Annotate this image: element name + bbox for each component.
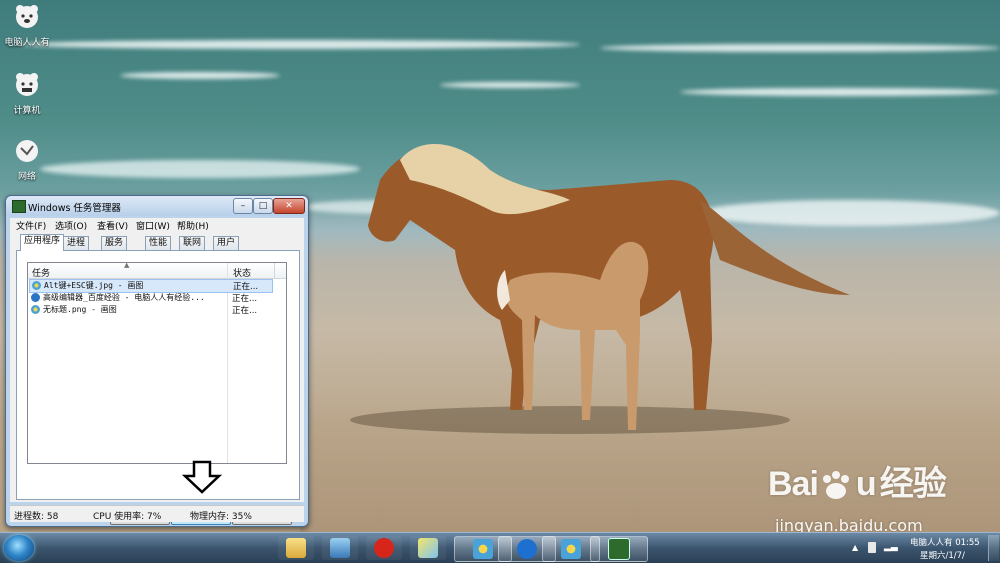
menu-file[interactable]: 文件(F) <box>16 219 46 232</box>
menu-bar: 文件(F) 选项(O) 查看(V) 窗口(W) 帮助(H) <box>10 218 304 232</box>
task-manager-icon <box>12 200 26 213</box>
arrow-down-icon <box>182 460 222 494</box>
task-manager-body: 应用程序 进程 服务 性能 联网 用户 任务 ▲ 状态 Alt键+ESC键.jp… <box>10 232 304 525</box>
tab-performance[interactable]: 性能 <box>145 236 172 250</box>
task-row[interactable]: Alt键+ESC键.jpg - 画图 正在... <box>29 279 273 293</box>
tab-applications[interactable]: 应用程序 <box>20 234 65 251</box>
signal-icon[interactable]: ▂▃ <box>884 542 898 552</box>
process-count: 进程数: 58 <box>14 512 59 522</box>
window-title: Windows 任务管理器 <box>28 203 121 214</box>
task-name: 无标题.png - 画图 <box>43 305 117 314</box>
taskbar-media[interactable] <box>322 536 358 560</box>
task-row[interactable]: 高级编辑器_百度经验 - 电脑人人有经验... 正在... <box>29 292 285 304</box>
task-row[interactable]: 无标题.png - 画图 正在... <box>29 304 285 316</box>
task-status: 正在... <box>232 306 258 316</box>
paint-icon <box>31 305 40 314</box>
system-tray: ▲ ▂▃ 电脑人人有 01:55 星期六/1/7/ <box>848 533 1000 563</box>
computer-icon <box>16 73 38 96</box>
task-list[interactable]: 任务 ▲ 状态 Alt键+ESC键.jpg - 画图 正在... 高级编辑器_百… <box>27 261 287 464</box>
close-button[interactable]: ✕ <box>273 198 305 214</box>
tab-processes[interactable]: 进程 <box>63 236 90 250</box>
tab-users[interactable]: 用户 <box>213 236 240 250</box>
tray-user-time[interactable]: 电脑人人有 01:55 <box>910 536 980 548</box>
taskbar: ▲ ▂▃ 电脑人人有 01:55 星期六/1/7/ <box>0 532 1000 563</box>
desktop-icon-network[interactable]: 网络 <box>0 138 54 182</box>
chess-icon <box>374 538 394 558</box>
folder-icon <box>286 538 306 558</box>
paint-icon <box>561 539 581 559</box>
notes-icon <box>418 538 438 558</box>
paint-icon <box>32 281 41 290</box>
task-status: 正在... <box>233 282 259 292</box>
column-header-status[interactable]: 状态 <box>233 266 251 279</box>
power-icon[interactable] <box>868 542 876 553</box>
desktop-icon-label: 计算机 <box>13 106 41 116</box>
column-header-task[interactable]: 任务 <box>32 266 50 279</box>
taskbar-explorer[interactable] <box>278 536 314 560</box>
maximize-button[interactable]: □ <box>253 198 273 214</box>
desktop-icon-label: 电脑人人有 <box>4 38 50 48</box>
menu-window[interactable]: 窗口(W) <box>136 219 170 232</box>
baidu-logo: Bai u 经验 <box>768 465 947 503</box>
minimize-button[interactable]: – <box>233 198 253 214</box>
show-hidden-icons-icon[interactable]: ▲ <box>852 543 858 552</box>
title-bar[interactable]: Windows 任务管理器 – □ ✕ <box>6 196 308 216</box>
task-manager-icon <box>608 538 630 560</box>
taskbar-notes[interactable] <box>410 536 446 560</box>
sort-arrow-icon: ▲ <box>124 261 130 269</box>
media-icon <box>330 538 350 558</box>
paint-icon <box>473 539 493 559</box>
desktop-icon-computer[interactable]: 计算机 <box>0 72 54 116</box>
menu-options[interactable]: 选项(O) <box>55 219 87 232</box>
header-spacer <box>274 263 287 278</box>
task-name: Alt键+ESC键.jpg - 画图 <box>44 281 144 290</box>
menu-help[interactable]: 帮助(H) <box>177 219 209 232</box>
memory-usage: 物理内存: 35% <box>190 512 252 522</box>
tab-services[interactable]: 服务 <box>101 236 128 250</box>
tab-networking[interactable]: 联网 <box>179 236 206 250</box>
tray-date[interactable]: 星期六/1/7/ <box>920 549 965 561</box>
browser-icon <box>31 293 40 302</box>
menu-view[interactable]: 查看(V) <box>97 219 128 232</box>
network-icon <box>16 140 38 162</box>
desktop-icon-label: 网络 <box>17 172 36 182</box>
task-status: 正在... <box>232 294 258 304</box>
sogou-icon <box>517 539 537 559</box>
list-header: 任务 ▲ 状态 <box>28 261 287 279</box>
bear-icon <box>16 5 38 28</box>
show-desktop-button[interactable] <box>988 535 999 561</box>
paw-icon <box>822 471 849 499</box>
desktop-icon-user[interactable]: 电脑人人有 <box>0 4 54 48</box>
start-button[interactable] <box>4 535 34 561</box>
horse-picture <box>350 143 850 434</box>
cpu-usage: CPU 使用率: 7% <box>93 512 162 522</box>
status-bar: 进程数: 58 CPU 使用率: 7% 物理内存: 35% <box>10 505 304 522</box>
taskbar-task-manager[interactable] <box>590 536 648 562</box>
task-name: 高级编辑器_百度经验 - 电脑人人有经验... <box>43 293 205 302</box>
taskbar-chess[interactable] <box>366 536 402 560</box>
task-manager-window[interactable]: Windows 任务管理器 – □ ✕ 文件(F) 选项(O) 查看(V) 窗口… <box>5 195 309 527</box>
